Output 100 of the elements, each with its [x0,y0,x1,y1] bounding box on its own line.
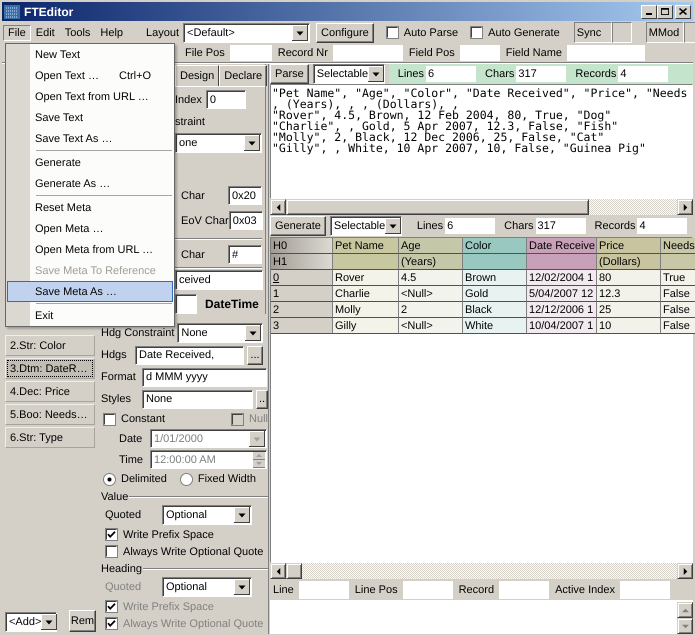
checkbox[interactable] [105,528,118,541]
scroll-thumb[interactable] [286,199,589,215]
menu-item[interactable]: Open Meta … [7,218,173,239]
menu-item[interactable]: Reset Meta [7,197,173,218]
menu-item[interactable]: Save Meta As … [7,281,173,302]
menu-item[interactable]: Generate As … [7,173,173,194]
ellipsis-button[interactable]: ... [247,346,263,364]
checkbox-label: Write Prefix Space [123,600,214,612]
field-list-item[interactable]: 5.Boo: Needs… [5,404,95,425]
field-list-item[interactable]: 4.Dec: Price [5,381,95,402]
format-field[interactable]: d MMM yyyy [142,368,267,386]
field-list-item[interactable]: 3.Dtm: DateR… [5,358,95,379]
generate-button[interactable]: Generate [270,216,326,236]
tab[interactable]: Declare [219,65,268,86]
checkbox[interactable] [103,412,116,426]
char-field[interactable]: 0x20 [228,186,262,205]
caret-icon[interactable] [368,66,384,82]
text-field[interactable]: ceived [175,270,263,290]
char-field[interactable]: # [228,245,262,264]
menu-item[interactable]: Open Meta from URL … [7,239,173,260]
input-field[interactable] [175,294,197,314]
maximize-button[interactable] [657,4,673,18]
text-editor-field[interactable]: "Pet Name", "Age", "Color", "Date Received", "Price", "Needs , (Years), , , (Dollars), , "Rover", 4.5, Brown, 12 Feb 2004, 80, True, "Dog" "Charlie", , Gold, 5 Apr 2007, 12.3, False, "Fish" "Molly", 2, Black, 12 Dec 2006, 25, False, "Cat" "Gilly", , White, 10 Apr 2007, 10, False, "Guinea Pig" [270,84,693,199]
scroll-down-button[interactable] [677,618,693,634]
remove-button[interactable]: Rem [69,610,96,632]
caret-icon[interactable] [244,135,260,151]
scroll-right-button[interactable] [677,199,693,215]
hdgs-field[interactable]: Date Received, [135,346,244,364]
menu-item[interactable]: New Text [7,44,173,65]
ellipsis-button[interactable]: .. [256,390,268,408]
constraint-dropdown[interactable]: one [175,133,262,153]
caret-icon[interactable] [234,507,250,523]
radio-button[interactable] [180,472,193,486]
column-header: Date Receive [527,238,597,254]
position-label: Record Nr [276,47,329,59]
spin-arrows-icon [253,452,265,468]
scroll-right-button[interactable] [677,563,693,579]
minimize-button[interactable] [641,4,657,18]
char-label: Char [181,190,205,202]
scroll-thumb[interactable] [286,563,302,579]
menu-item[interactable]: Exit [7,305,173,326]
caret-icon[interactable] [234,579,250,595]
scroll-up-button[interactable] [677,602,693,618]
status-panel [612,22,632,43]
row-header[interactable]: 0 [271,270,333,286]
quoted-label: Quoted [105,509,142,521]
grid-cell: 10 [597,318,661,334]
field-list-item[interactable]: 6.Str: Type [5,427,95,448]
mode-dropdown[interactable]: Selectable [312,64,385,84]
status-label: Line Pos [354,583,399,598]
subheading-cell: (Years) [399,254,463,270]
status-indicator: MMod [646,22,684,43]
menu-item[interactable]: Open Text … Ctrl+O [7,65,173,86]
close-button[interactable] [675,4,691,18]
char-field[interactable]: 0x03 [228,211,263,230]
scroll-left-button[interactable] [270,563,286,579]
layout-dropdown[interactable]: <Default> [183,22,310,42]
row-header[interactable]: 2 [271,302,333,318]
radio-button[interactable] [103,472,116,486]
position-field[interactable] [460,45,500,61]
hdgs-label: Hdgs [101,349,128,361]
caret-icon[interactable] [292,24,308,40]
scroll-left-button[interactable] [270,199,286,215]
radio-label: Delimited [121,473,167,485]
menu-item[interactable]: Open Text from URL … [7,86,173,107]
caret-icon[interactable] [245,325,261,341]
caret-icon[interactable] [385,218,402,234]
quoted-dropdown[interactable]: Optional [162,505,252,525]
caret-icon[interactable] [41,614,58,630]
field-list-item[interactable]: 2.Str: Color [5,335,95,356]
menu-bar-item[interactable]: File [3,24,31,40]
menu-item[interactable]: Save Text [7,107,173,128]
styles-field[interactable]: None [142,390,253,408]
stat-field: 317 [536,218,586,234]
menu-bar-item[interactable]: Edit [30,24,60,40]
menu-bar-item[interactable]: Help [95,24,128,40]
checkbox[interactable] [386,26,399,39]
checkbox-label: Always Write Optional Quote [123,618,264,630]
configure-button[interactable]: Configure [316,22,374,42]
menu-item[interactable]: Save Text As … [7,128,173,149]
position-field[interactable] [566,45,645,61]
stat-field: 4 [618,66,668,82]
grid-cell: Brown [463,270,527,286]
index-field[interactable]: 0 [206,90,246,109]
checkbox[interactable] [105,545,118,558]
add-dropdown[interactable]: <Add> [5,612,57,632]
grid-cell: <Null> [399,286,463,302]
checkbox[interactable] [470,26,484,39]
row-header[interactable]: 1 [271,286,333,302]
mode-dropdown[interactable]: Selectable [330,216,402,236]
grid-cell: False [661,302,695,318]
row-header[interactable]: 3 [271,318,333,334]
position-field[interactable] [332,45,403,61]
row-header: H0 [271,238,333,254]
hdg-constraint-dropdown[interactable]: None [177,323,263,343]
grid-cell: Charlie [333,286,399,302]
parse-button[interactable]: Parse [270,64,309,84]
menu-item[interactable]: Generate [7,152,173,173]
position-field[interactable] [230,45,272,61]
menu-bar-item[interactable]: Tools [60,24,96,40]
